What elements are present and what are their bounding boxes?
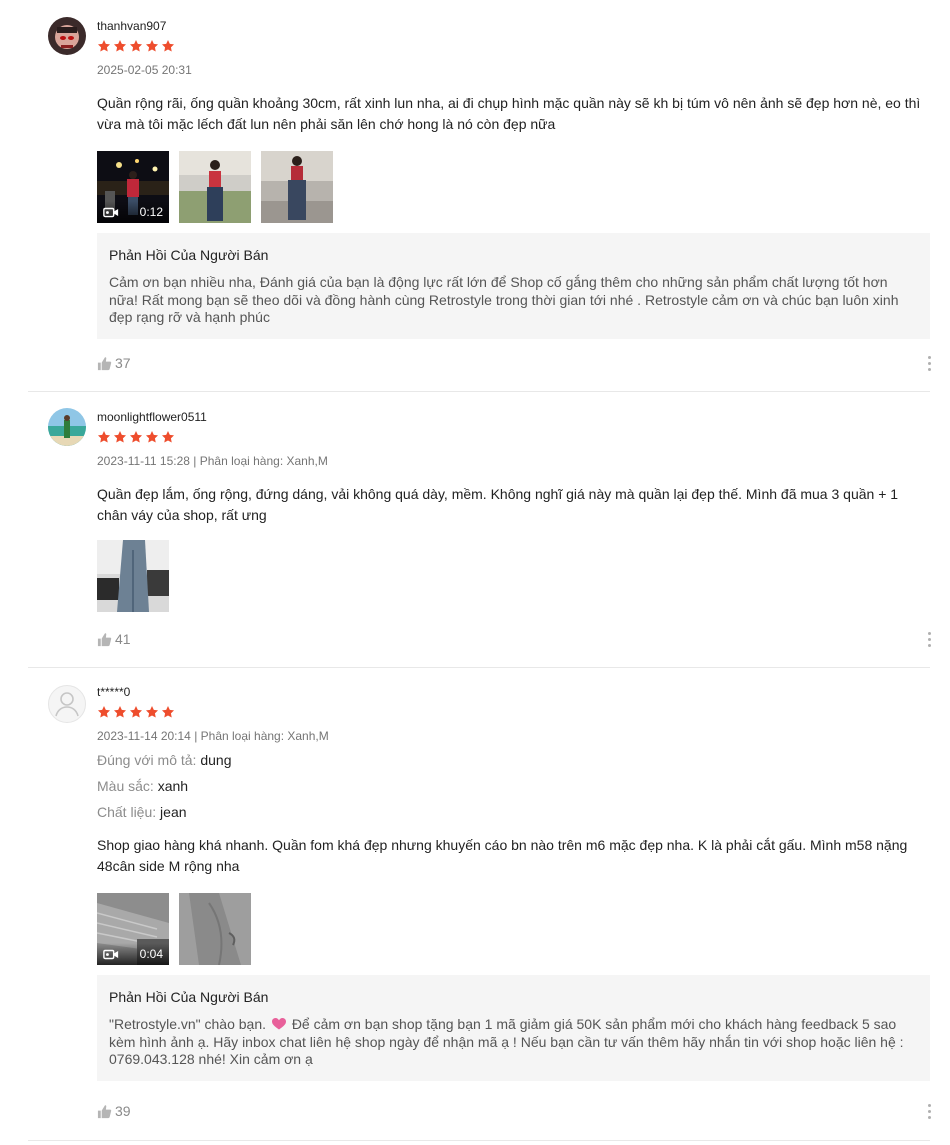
- review-image: [97, 540, 169, 612]
- review-image: [179, 893, 251, 965]
- username[interactable]: thanhvan907: [97, 19, 930, 33]
- seller-reply-title: Phản Hồi Của Người Bán: [109, 247, 269, 263]
- star-icon: [161, 705, 175, 719]
- star-icon: [145, 705, 159, 719]
- more-options-icon[interactable]: [928, 356, 932, 371]
- review-content: Shop giao hàng khá nhanh. Quần fom khá đ…: [97, 837, 908, 874]
- attribute-label: Đúng với mô tả:: [97, 752, 197, 768]
- video-duration-bar: 0:12: [97, 201, 169, 223]
- star-icon: [113, 705, 127, 719]
- seller-reply-title: Phản Hồi Của Người Bán: [109, 989, 269, 1005]
- review-item: thanhvan907 2025-02-05 20:31 Quần rộng r…: [28, 0, 932, 392]
- seller-reply-text: Cảm ơn bạn nhiều nha, Đánh giá của bạn l…: [109, 274, 899, 325]
- rating-stars: [97, 430, 930, 444]
- username[interactable]: moonlightflower0511: [97, 410, 930, 424]
- video-duration-bar: 0:04: [97, 943, 169, 965]
- attribute-row: Đúng với mô tả: dung: [97, 751, 930, 769]
- review-image: [261, 151, 333, 223]
- attribute-value: xanh: [157, 778, 189, 794]
- video-camera-icon: [103, 949, 119, 960]
- heart-emoji-icon: [271, 1018, 286, 1030]
- review-image-thumbnail[interactable]: [261, 151, 333, 223]
- review-meta: 2023-11-11 15:28 | Phân loại hàng: Xanh,…: [97, 454, 328, 468]
- review-content: Quần rộng rãi, ống quần khoảng 30cm, rất…: [97, 95, 921, 132]
- star-icon: [129, 39, 143, 53]
- seller-reply: Phản Hồi Của Người Bán "Retrostyle.vn" c…: [97, 975, 930, 1081]
- like-button[interactable]: 37: [97, 355, 131, 371]
- video-camera-icon: [103, 207, 119, 218]
- review-meta: 2025-02-05 20:31: [97, 63, 192, 77]
- review-content: Quần đẹp lắm, ống rộng, đứng dáng, vải k…: [97, 486, 899, 523]
- star-icon: [97, 39, 111, 53]
- star-icon: [161, 430, 175, 444]
- like-count: 39: [115, 1103, 131, 1119]
- avatar[interactable]: [48, 17, 86, 55]
- star-icon: [113, 39, 127, 53]
- like-button[interactable]: 39: [97, 1103, 131, 1119]
- seller-reply-text: "Retrostyle.vn" chào bạn. Để cảm ơn bạn …: [109, 1016, 918, 1069]
- review-video-thumbnail[interactable]: 0:04: [97, 893, 169, 965]
- more-options-icon[interactable]: [928, 632, 932, 647]
- star-icon: [129, 705, 143, 719]
- username[interactable]: t*****0: [97, 685, 930, 699]
- star-icon: [145, 430, 159, 444]
- default-user-icon: [55, 692, 79, 717]
- review-image-thumbnail[interactable]: [179, 151, 251, 223]
- seller-reply: Phản Hồi Của Người Bán Cảm ơn bạn nhiều …: [97, 233, 930, 339]
- star-icon: [113, 430, 127, 444]
- star-icon: [97, 430, 111, 444]
- attribute-row: Chất liệu: jean: [97, 803, 930, 821]
- thumbs-up-icon: [97, 632, 112, 647]
- review-meta: 2023-11-14 20:14 | Phân loại hàng: Xanh,…: [97, 729, 329, 743]
- review-video-thumbnail[interactable]: 0:12: [97, 151, 169, 223]
- like-count: 41: [115, 631, 131, 647]
- review-media: [97, 540, 930, 612]
- attribute-value: jean: [160, 804, 187, 820]
- more-options-icon[interactable]: [928, 1104, 932, 1119]
- star-icon: [161, 39, 175, 53]
- review-image-thumbnail[interactable]: [179, 893, 251, 965]
- avatar[interactable]: [48, 408, 86, 446]
- review-attributes: Đúng với mô tả: dung Màu sắc: xanh Chất …: [97, 751, 930, 821]
- attribute-label: Màu sắc:: [97, 778, 154, 794]
- rating-stars: [97, 39, 930, 53]
- avatar-image: [48, 408, 86, 446]
- review-image: [179, 151, 251, 223]
- video-duration: 0:04: [139, 947, 163, 961]
- star-icon: [129, 430, 143, 444]
- avatar[interactable]: [48, 685, 86, 723]
- thumbs-up-icon: [97, 356, 112, 371]
- review-image-thumbnail[interactable]: [97, 540, 169, 612]
- review-media: 0:04: [97, 893, 930, 965]
- like-count: 37: [115, 355, 131, 371]
- video-duration: 0:12: [139, 205, 163, 219]
- review-item: moonlightflower0511 2023-11-11 15:28 | P…: [28, 392, 932, 668]
- star-icon: [97, 705, 111, 719]
- attribute-label: Chất liệu:: [97, 804, 157, 820]
- star-icon: [145, 39, 159, 53]
- review-media: 0:12: [97, 151, 930, 223]
- seller-reply-greeting: "Retrostyle.vn" chào bạn.: [109, 1016, 267, 1032]
- rating-stars: [97, 705, 930, 719]
- thumbs-up-icon: [97, 1104, 112, 1119]
- review-item: t*****0 2023-11-14 20:14 | Phân loại hàn…: [28, 668, 932, 1141]
- like-button[interactable]: 41: [97, 631, 131, 647]
- attribute-value: dung: [200, 752, 232, 768]
- avatar-image: [48, 17, 86, 55]
- attribute-row: Màu sắc: xanh: [97, 777, 930, 795]
